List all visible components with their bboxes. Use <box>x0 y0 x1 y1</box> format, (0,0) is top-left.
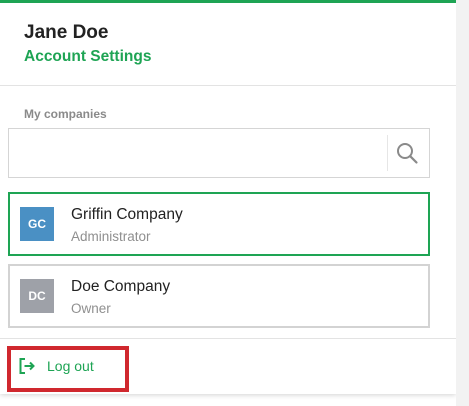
company-search-input[interactable] <box>9 129 385 177</box>
company-name: Griffin Company <box>71 206 183 223</box>
search-divider <box>387 135 388 171</box>
account-menu-panel: Jane Doe Account Settings My companies G… <box>0 0 456 394</box>
company-avatar: GC <box>20 207 54 241</box>
company-avatar: DC <box>20 279 54 313</box>
search-icon[interactable] <box>395 141 419 165</box>
company-role: Administrator <box>71 229 151 244</box>
logout-icon <box>19 358 35 374</box>
company-search-box <box>8 128 430 178</box>
company-item-doe[interactable]: DC Doe Company Owner <box>8 264 430 328</box>
company-item-griffin[interactable]: GC Griffin Company Administrator <box>8 192 430 256</box>
company-name: Doe Company <box>71 278 171 295</box>
account-header: Jane Doe Account Settings <box>0 3 456 86</box>
company-role: Owner <box>71 301 111 316</box>
my-companies-label: My companies <box>24 107 107 121</box>
logout-label: Log out <box>47 358 94 374</box>
logout-button[interactable]: Log out <box>18 355 94 377</box>
user-name: Jane Doe <box>24 22 109 43</box>
account-settings-link[interactable]: Account Settings <box>24 48 151 66</box>
page-background-strip <box>456 0 469 406</box>
